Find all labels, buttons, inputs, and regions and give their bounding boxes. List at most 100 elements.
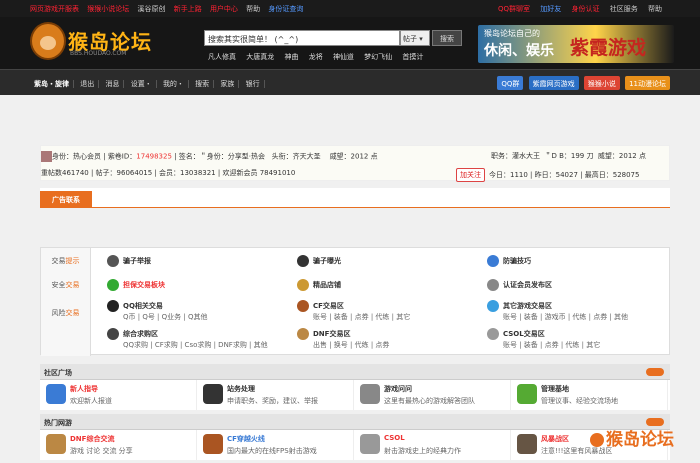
max-count: 最高日：528075 — [584, 171, 640, 179]
banner-line2: 休闲、娱乐 — [484, 43, 554, 59]
section-title: 热门网游 — [44, 419, 72, 427]
trade-item[interactable]: 精品店铺 — [297, 279, 341, 291]
anime-button[interactable]: 11动漫论坛 — [625, 76, 670, 90]
hot-word[interactable]: 龙将 — [309, 53, 323, 61]
search-input[interactable]: 搜索其实很简单！ (^_^) — [204, 30, 400, 46]
hot-words: 凡人修真 大唐真龙 神曲 龙将 神仙道 梦幻飞仙 首摸计 — [208, 52, 431, 62]
trade-item[interactable]: QQ相关交易 Q币 | Q号 | Q业务 | Q其他 — [107, 300, 207, 322]
forum-cell[interactable]: CSOL 射击游戏史上的经典力作 — [354, 430, 511, 460]
trade-item[interactable]: DNF交易区 出售 | 换号 | 代练 | 点券 — [297, 328, 389, 350]
trade-item[interactable]: 担保交易板块 — [107, 279, 165, 291]
shop-icon — [297, 279, 309, 291]
qq-group-button[interactable]: QQ群 — [497, 76, 524, 90]
plus-icon — [487, 300, 499, 312]
watermark: 猴岛论坛 — [590, 425, 674, 450]
avatar[interactable] — [41, 151, 52, 162]
topbar-link-5[interactable]: 用户中心 — [210, 5, 238, 13]
hot-word[interactable]: 神曲 — [284, 53, 298, 61]
hot-games-grid: DNF综合交流 游戏 讨论 交流 分享 CF穿越火线 国内最大的在线FPS射击游戏 … — [40, 430, 670, 460]
cf-icon — [297, 300, 309, 312]
forum-cell[interactable]: 站务处理 申请职务、奖励，建议、举报 — [197, 380, 354, 410]
forum-cell[interactable]: 新人指导 欢迎新人报道 — [40, 380, 197, 410]
trade-item[interactable]: 防骗技巧 — [487, 255, 531, 267]
trade-item[interactable]: 骗子举报 — [107, 255, 151, 267]
topbar-right-3[interactable]: 身份认证 — [572, 5, 600, 13]
nav-bank[interactable]: 银行 — [241, 80, 265, 88]
community-grid: 新人指导 欢迎新人报道 站务处理 申请职务、奖励，建议、举报 游戏问问 这里有最热心的… — [40, 380, 670, 410]
trade-panel: 交易提示 安全交易 风险交易 骗子举报 骗子曝光 防骗技巧 担保交易板块 精品店… — [40, 247, 670, 356]
nav-search[interactable]: 搜索 — [191, 80, 215, 88]
webgame-button[interactable]: 紫霞网页游戏 — [528, 76, 579, 90]
search-button[interactable]: 搜索 — [432, 30, 462, 46]
ad-banner[interactable]: 猴岛论坛自己的 休闲、娱乐 紫霞游戏 — [478, 25, 674, 63]
topbar-link-4[interactable]: 新手上路 — [174, 5, 202, 13]
yesterday-count: 昨日：54027 — [534, 171, 578, 179]
nav-family[interactable]: 家族 — [216, 80, 240, 88]
trade-item[interactable]: CSOL交易区 账号 | 装备 | 点券 | 代练 | 其它 — [487, 328, 600, 350]
gamepad-icon — [107, 328, 119, 340]
main-nav: 紫岛・旋律 退出 消息 设置・ 我的・ 搜索 家族 银行 QQ群 紫霞网页游戏 … — [0, 69, 700, 95]
topbar-link-2[interactable]: 猴猴小说论坛 — [87, 5, 129, 13]
new-member[interactable]: 78491010 — [260, 169, 296, 177]
user-sign: 签名：＂身份：分享型·热会 — [178, 152, 265, 161]
topbar-link-7[interactable]: 身份证查询 — [268, 5, 303, 13]
topbar-link-1[interactable]: 网页游戏开服表 — [30, 5, 79, 13]
trade-item[interactable]: 其它游戏交易区 账号 | 装备 | 游戏币 | 代练 | 点券 | 其他 — [487, 300, 628, 322]
top-bar: 网页游戏开服表 猴猴小说论坛 溪谷原创 新手上路 用户中心 帮助 身份证查询 Q… — [0, 0, 700, 17]
dnf-icon — [46, 434, 66, 454]
follow-button[interactable]: 加关注 — [456, 168, 485, 182]
site-header: 猴岛论坛 BBS.HOUDAO.COM 搜索其实很简单！ (^_^) 帖子 ▾ … — [0, 17, 700, 69]
nav-messages[interactable]: 消息 — [101, 80, 125, 88]
nav-user[interactable]: 紫岛・旋律 — [30, 80, 74, 88]
user-job: 职务：灌水大王 — [491, 152, 540, 160]
csol-icon — [360, 434, 380, 454]
topbar-right-1[interactable]: QQ群聊室 — [498, 5, 530, 13]
hot-word[interactable]: 首摸计 — [402, 53, 423, 61]
site-logo[interactable]: 猴岛论坛 BBS.HOUDAO.COM — [30, 22, 160, 62]
hot-word[interactable]: 凡人修真 — [208, 53, 236, 61]
collapse-toggle-icon[interactable] — [646, 368, 664, 376]
topbar-right-5[interactable]: 帮助 — [648, 5, 662, 13]
hot-word[interactable]: 神仙道 — [333, 53, 354, 61]
user-info-bar: 身份：热心会员 | 紫卷ID：17498325 | 签名：＂身份：分享型·热会 … — [40, 145, 670, 182]
certified-icon — [487, 279, 499, 291]
monkey-logo-icon — [30, 22, 66, 60]
hot-word[interactable]: 梦幻飞仙 — [364, 53, 392, 61]
nav-settings[interactable]: 设置・ — [126, 80, 157, 88]
qq-penguin-icon — [107, 300, 119, 312]
user-id-label: 紫卷ID： — [107, 152, 137, 161]
nav-logout[interactable]: 退出 — [76, 80, 100, 88]
scam-report-icon — [107, 255, 119, 267]
search-type-select[interactable]: 帖子 ▾ — [400, 30, 430, 46]
topbar-right-2[interactable]: 加好友 — [540, 5, 561, 13]
trade-item[interactable]: 骗子曝光 — [297, 255, 341, 267]
forum-cell[interactable]: 游戏问问 这里有最热心的游戏解答团队 — [354, 380, 511, 410]
shield-icon — [487, 255, 499, 267]
reposts-value: 461740 — [62, 169, 89, 177]
ad-contact-tab[interactable]: 广告联系 — [40, 191, 92, 208]
forum-cell[interactable]: 管理基地 管理议事、经验交流场地 — [511, 380, 668, 410]
forum-cell[interactable]: CF穿越火线 国内最大的在线FPS射击游戏 — [197, 430, 354, 460]
topbar-link-6[interactable]: 帮助 — [246, 5, 260, 13]
trade-label-tips: 交易提示 — [41, 248, 91, 272]
dnf-icon — [297, 328, 309, 340]
trade-item[interactable]: 综合求购区 QQ求购 | CF求购 | Cso求购 | DNF求购 | 其他 — [107, 328, 268, 350]
novel-button[interactable]: 猴猴小说 — [583, 76, 620, 90]
nav-mine[interactable]: 我的・ — [158, 80, 189, 88]
forum-cell[interactable]: DNF综合交流 游戏 讨论 交流 分享 — [40, 430, 197, 460]
section-title: 社区广场 — [44, 369, 72, 377]
check-icon — [107, 279, 119, 291]
user-id: 17498325 — [136, 152, 172, 161]
hot-word[interactable]: 大唐真龙 — [246, 53, 274, 61]
user-prestige2: 威望：2012 点 — [597, 152, 646, 160]
trade-item[interactable]: 认证会员发布区 — [487, 279, 552, 291]
trade-item[interactable]: CF交易区 账号 | 装备 | 点券 | 代练 | 其它 — [297, 300, 410, 322]
ad-section: 广告联系 — [40, 188, 670, 208]
user-prestige: 威望：2012 点 — [329, 152, 378, 161]
topbar-right-4[interactable]: 社区服务 — [610, 5, 638, 13]
posts-count: 帖子：96064015 — [95, 169, 153, 177]
storm-icon — [517, 434, 537, 454]
topbar-link-3[interactable]: 溪谷原创 — [137, 5, 165, 13]
community-section-header: 社区广场 — [40, 364, 670, 380]
trade-label-safe: 安全交易 — [41, 272, 91, 296]
